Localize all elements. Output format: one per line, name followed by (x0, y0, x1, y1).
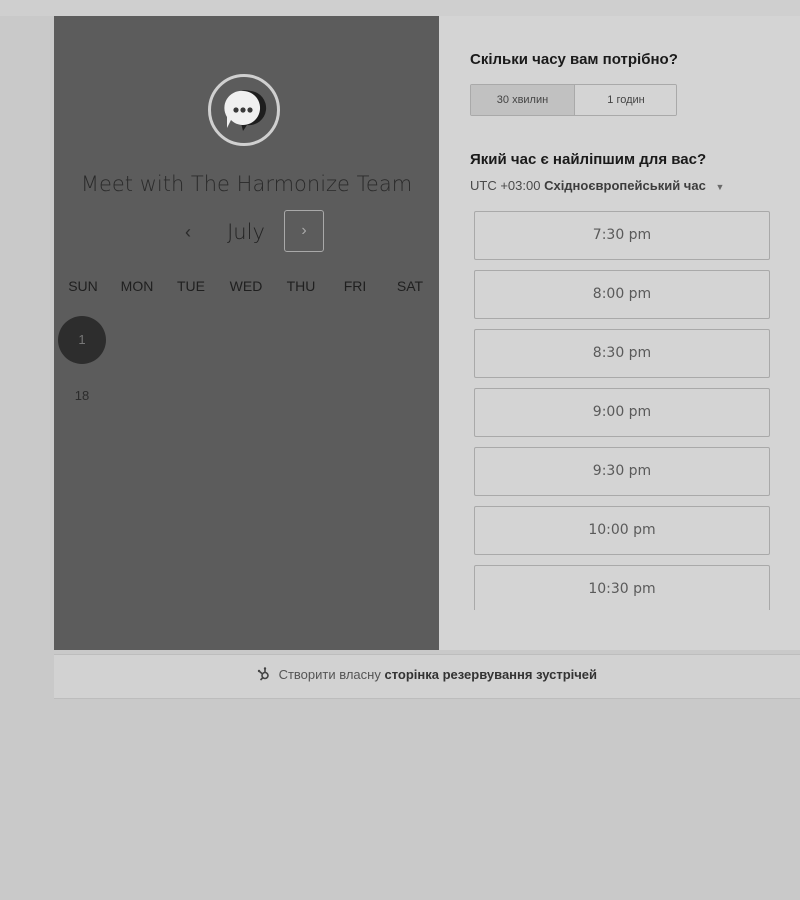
weekday-thu: THU (286, 278, 316, 294)
duration-question: Скільки часу вам потрібно? (470, 51, 678, 68)
duration-option-1hour[interactable]: 1 годин (575, 85, 676, 115)
weekday-wed: WED (229, 278, 263, 294)
caret-down-icon: ▼ (715, 182, 725, 192)
time-slot[interactable]: 9:00 pm (474, 388, 770, 437)
timezone-offset: UTC +03:00 (470, 178, 541, 193)
prev-month-button[interactable]: ‹ (174, 218, 202, 246)
host-calendar-panel: Meet with The Harmonize Team ‹ July › SU… (54, 16, 439, 650)
month-label: July (227, 220, 265, 244)
footer-prefix: Створити власну (278, 667, 381, 682)
chat-bubble-icon (224, 90, 267, 131)
weekday-fri: FRI (343, 278, 367, 294)
duration-option-30min[interactable]: 30 хвилин (471, 85, 575, 115)
footer-cta[interactable]: Створити власну сторінка резервування зу… (54, 655, 800, 698)
timezone-name: Східноєвропейський час (544, 178, 706, 193)
host-name: Meet with The Harmonize Team (80, 172, 413, 196)
weekday-header: SUN MON TUE WED THU FRI SAT (54, 278, 439, 298)
weekday-mon: MON (120, 278, 154, 294)
footer: Створити власну сторінка резервування зу… (54, 654, 800, 699)
booking-card: Meet with The Harmonize Team ‹ July › SU… (54, 16, 800, 650)
time-slot[interactable]: 8:30 pm (474, 329, 770, 378)
duration-selector: 30 хвилин 1 годин (470, 84, 677, 116)
top-band (0, 0, 800, 16)
time-slot[interactable]: 8:00 pm (474, 270, 770, 319)
calendar-day[interactable]: 18 (58, 372, 106, 420)
weekday-sat: SAT (396, 278, 424, 294)
weekday-sun: SUN (68, 278, 98, 294)
time-slot[interactable]: 7:30 pm (474, 211, 770, 260)
scheduling-panel: Скільки часу вам потрібно? 30 хвилин 1 г… (439, 16, 800, 650)
time-slot[interactable]: 10:30 pm (474, 565, 770, 610)
host-avatar (208, 74, 280, 146)
timezone-dropdown[interactable]: UTC +03:00 Східноєвропейський час ▼ (470, 178, 724, 193)
weekday-tue: TUE (177, 278, 205, 294)
time-slot-list: 7:30 pm 8:00 pm 8:30 pm 9:00 pm 9:30 pm … (474, 211, 772, 610)
sprocket-icon (257, 667, 269, 681)
time-slot[interactable]: 9:30 pm (474, 447, 770, 496)
calendar-day-selected[interactable]: 1 (58, 316, 106, 364)
footer-link[interactable]: сторінка резервування зустрічей (384, 667, 597, 682)
time-slot[interactable]: 10:00 pm (474, 506, 770, 555)
time-question: Який час є найліпшим для вас? (470, 151, 707, 168)
next-month-button[interactable]: › (284, 210, 324, 252)
